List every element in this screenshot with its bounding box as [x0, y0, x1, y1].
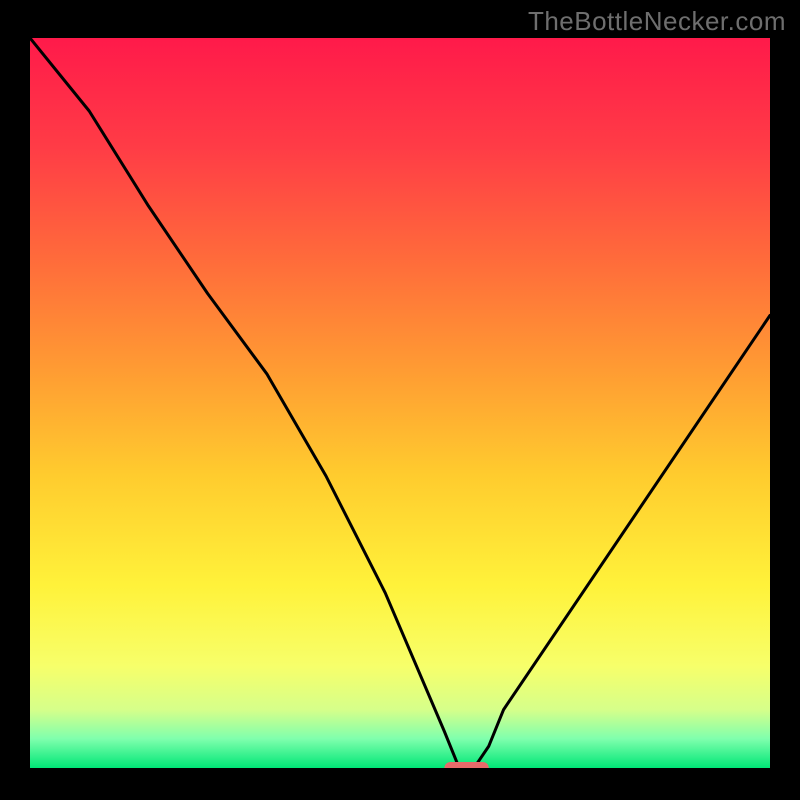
optimal-marker: [444, 762, 488, 768]
chart-background: [30, 38, 770, 768]
plot-area: [30, 38, 770, 768]
chart-container: TheBottleNecker.com: [0, 0, 800, 800]
chart-svg: [30, 38, 770, 768]
watermark-text: TheBottleNecker.com: [528, 6, 786, 37]
